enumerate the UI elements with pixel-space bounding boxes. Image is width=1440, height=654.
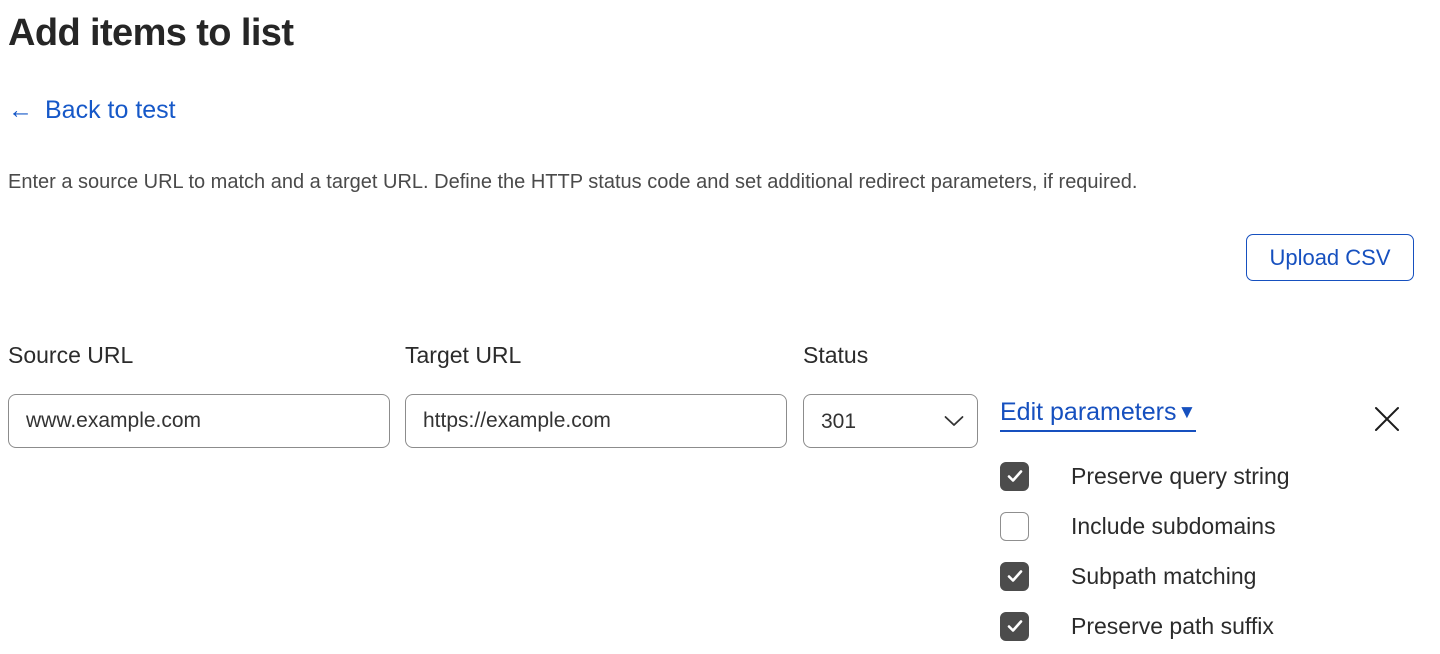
upload-csv-button[interactable]: Upload CSV	[1246, 234, 1414, 281]
parameter-label: Preserve query string	[1071, 463, 1290, 489]
parameter-label: Preserve path suffix	[1071, 613, 1274, 639]
parameter-row[interactable]: Subpath matching	[1000, 551, 1420, 601]
check-icon	[1007, 620, 1022, 632]
page-title: Add items to list	[8, 12, 294, 54]
arrow-left-icon: ←	[8, 96, 33, 124]
target-url-input[interactable]	[405, 394, 787, 448]
parameter-row[interactable]: Preserve path suffix	[1000, 601, 1420, 651]
back-to-test-label: Back to test	[45, 96, 176, 124]
page-description: Enter a source URL to match and a target…	[8, 171, 1138, 193]
edit-parameters-label: Edit parameters	[1000, 398, 1177, 426]
status-column-label: Status	[803, 342, 869, 368]
parameter-row[interactable]: Include subdomains	[1000, 501, 1420, 551]
checkbox-unchecked[interactable]	[1000, 511, 1029, 541]
checkbox-checked[interactable]	[1000, 561, 1029, 591]
parameter-label: Include subdomains	[1071, 513, 1276, 539]
status-select-wrapper: 301	[803, 394, 978, 448]
source-url-input[interactable]	[8, 394, 390, 448]
source-url-column-label: Source URL	[8, 342, 134, 368]
back-to-test-link[interactable]: ← Back to test	[8, 94, 176, 126]
caret-down-icon: ▼	[1177, 402, 1197, 423]
status-select[interactable]: 301	[803, 394, 978, 448]
check-icon	[1007, 570, 1022, 582]
check-icon	[1007, 470, 1022, 482]
parameter-row[interactable]: Preserve query string	[1000, 451, 1420, 501]
remove-row-button[interactable]	[1372, 404, 1402, 434]
close-icon	[1375, 407, 1399, 431]
parameter-label: Subpath matching	[1071, 563, 1257, 589]
edit-parameters-toggle[interactable]: Edit parameters ▼	[1000, 396, 1197, 432]
checkbox-checked[interactable]	[1000, 611, 1029, 641]
redirect-parameters-list: Preserve query string Include subdomains S…	[1000, 451, 1420, 651]
target-url-column-label: Target URL	[405, 342, 522, 368]
checkbox-checked[interactable]	[1000, 461, 1029, 491]
